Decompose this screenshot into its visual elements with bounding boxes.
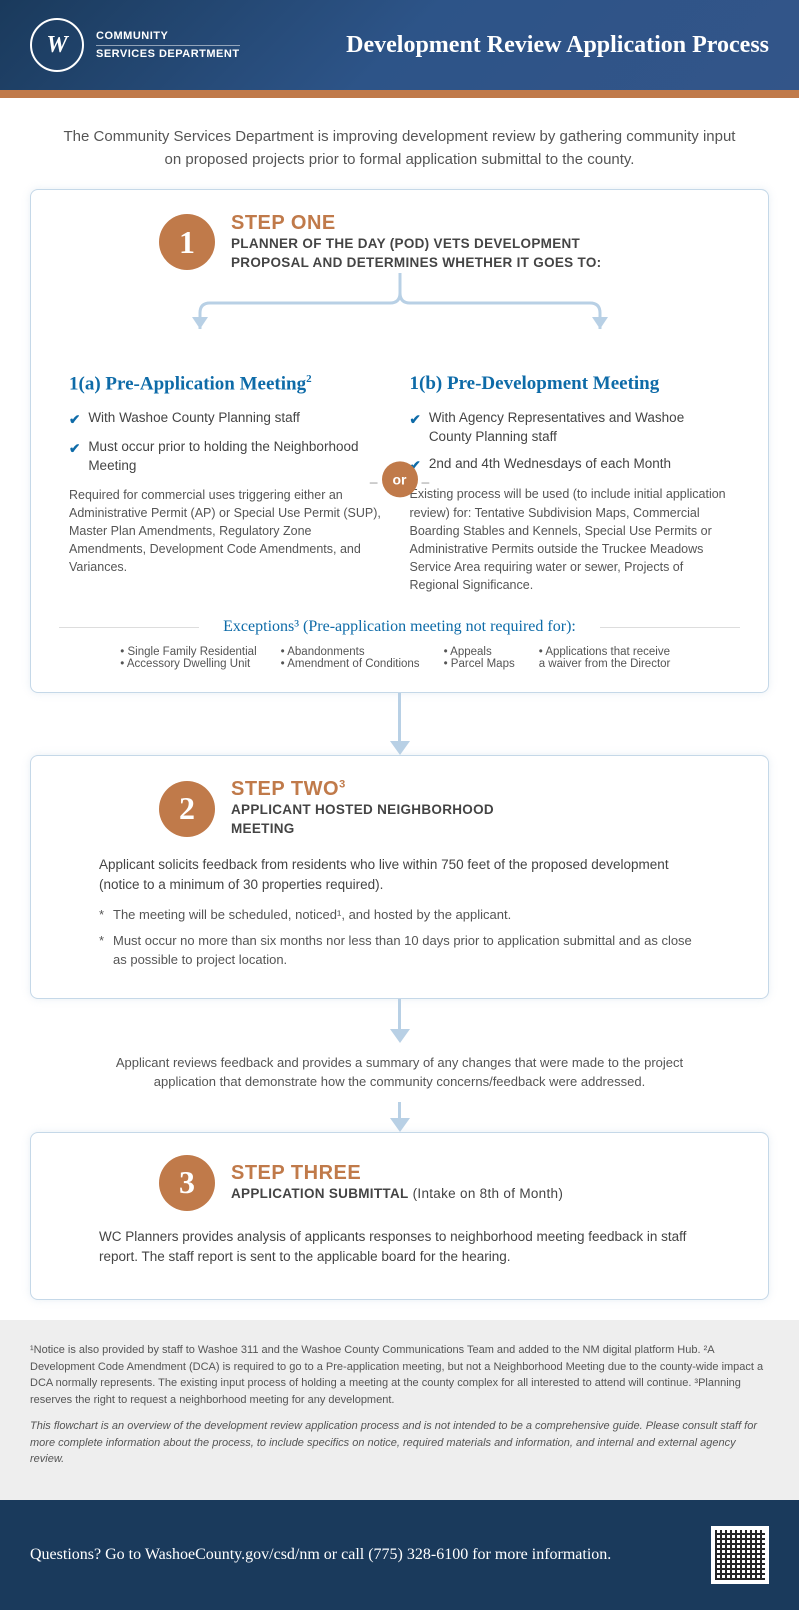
- branches: 1(a) Pre-Application Meeting2 ✔With Wash…: [59, 373, 740, 594]
- footnote-1: ¹Notice is also provided by staff to Was…: [30, 1342, 769, 1408]
- check-item: ✔Must occur prior to holding the Neighbo…: [69, 438, 390, 476]
- step-one-title: STEP ONE: [231, 212, 611, 235]
- exceptions-title: Exceptions³ (Pre-application meeting not…: [59, 618, 740, 636]
- dept-line1: COMMUNITY: [96, 29, 240, 43]
- step-three-title: STEP THREE: [231, 1162, 563, 1185]
- step-one-header: 1 STEP ONE PLANNER OF THE DAY (POD) VETS…: [59, 212, 740, 273]
- footnote-2: This flowchart is an overview of the dev…: [30, 1418, 769, 1468]
- step-two-header: 2 STEP TWO3 APPLICANT HOSTED NEIGHBORHOO…: [59, 778, 740, 839]
- branch-a: 1(a) Pre-Application Meeting2 ✔With Wash…: [59, 373, 400, 594]
- step-one-subtitle: PLANNER OF THE DAY (POD) VETS DEVELOPMEN…: [231, 235, 611, 273]
- exc-item: Appeals: [444, 646, 515, 658]
- exc-col: Abandonments Amendment of Conditions: [281, 646, 420, 670]
- branch-b-desc: Existing process will be used (to includ…: [410, 485, 731, 594]
- step-three-header: 3 STEP THREE APPLICATION SUBMITTAL (Inta…: [59, 1155, 740, 1211]
- county-seal-icon: W: [30, 18, 84, 72]
- step-one-box: 1 STEP ONE PLANNER OF THE DAY (POD) VETS…: [30, 189, 769, 693]
- check-icon: ✔: [69, 411, 80, 430]
- logo-group: W COMMUNITY SERVICES DEPARTMENT: [30, 18, 240, 72]
- check-item: ✔2nd and 4th Wednesdays of each Month: [410, 455, 731, 476]
- check-icon: ✔: [69, 440, 80, 459]
- step-two-subtitle: APPLICANT HOSTED NEIGHBORHOOD MEETING: [231, 801, 551, 839]
- flow-container: 1 STEP ONE PLANNER OF THE DAY (POD) VETS…: [0, 189, 799, 1320]
- seal-letter: W: [46, 32, 67, 59]
- exc-item: Amendment of Conditions: [281, 658, 420, 670]
- check-icon: ✔: [410, 411, 421, 430]
- step-three-subtitle: APPLICATION SUBMITTAL (Intake on 8th of …: [231, 1185, 563, 1204]
- branch-arrows-icon: [80, 273, 720, 343]
- step-one-number-icon: 1: [159, 214, 215, 270]
- branch-a-desc: Required for commercial uses triggering …: [69, 486, 390, 577]
- step-three-number-icon: 3: [159, 1155, 215, 1211]
- qr-code-icon: [711, 1526, 769, 1584]
- footer: Questions? Go to WashoeCounty.gov/csd/nm…: [0, 1500, 799, 1610]
- star-item: The meeting will be scheduled, noticed¹,…: [99, 905, 700, 925]
- step-two-title: STEP TWO3: [231, 778, 551, 801]
- header: W COMMUNITY SERVICES DEPARTMENT Developm…: [0, 0, 799, 90]
- or-badge-icon: or: [382, 462, 418, 498]
- arrow-down-icon: [30, 693, 769, 755]
- accent-bar: [0, 90, 799, 98]
- arrow-down-icon: [30, 999, 769, 1043]
- star-item: Must occur no more than six months nor l…: [99, 931, 700, 970]
- department-name: COMMUNITY SERVICES DEPARTMENT: [96, 29, 240, 61]
- step-three-body: WC Planners provides analysis of applica…: [99, 1227, 700, 1268]
- exc-item: Accessory Dwelling Unit: [120, 658, 256, 670]
- step-two-box: 2 STEP TWO3 APPLICANT HOSTED NEIGHBORHOO…: [30, 755, 769, 999]
- exc-col: Applications that receive a waiver from …: [539, 646, 679, 670]
- footnotes: ¹Notice is also provided by staff to Was…: [0, 1320, 799, 1500]
- page-title: Development Review Application Process: [346, 32, 769, 59]
- exc-item: Single Family Residential: [120, 646, 256, 658]
- dept-line2: SERVICES DEPARTMENT: [96, 45, 240, 61]
- exc-col: Single Family Residential Accessory Dwel…: [120, 646, 256, 670]
- interstitial-text: Applicant reviews feedback and provides …: [30, 1043, 769, 1102]
- exc-col: Appeals Parcel Maps: [444, 646, 515, 670]
- branch-b-title: 1(b) Pre-Development Meeting: [410, 373, 731, 395]
- branch-a-title: 1(a) Pre-Application Meeting2: [69, 373, 390, 395]
- intro-text: The Community Services Department is imp…: [0, 98, 799, 189]
- exceptions: Exceptions³ (Pre-application meeting not…: [59, 618, 740, 670]
- step-three-box: 3 STEP THREE APPLICATION SUBMITTAL (Inta…: [30, 1132, 769, 1301]
- exc-item: Abandonments: [281, 646, 420, 658]
- branch-b: 1(b) Pre-Development Meeting ✔With Agenc…: [400, 373, 741, 594]
- arrow-down-icon: [30, 1102, 769, 1132]
- step-two-number-icon: 2: [159, 781, 215, 837]
- exc-item: Applications that receive a waiver from …: [539, 646, 679, 670]
- check-item: ✔With Washoe County Planning staff: [69, 409, 390, 430]
- step-two-body: Applicant solicits feedback from residen…: [99, 855, 700, 896]
- check-item: ✔With Agency Representatives and Washoe …: [410, 409, 731, 447]
- exc-item: Parcel Maps: [444, 658, 515, 670]
- exceptions-grid: Single Family Residential Accessory Dwel…: [59, 646, 740, 670]
- footer-text: Questions? Go to WashoeCounty.gov/csd/nm…: [30, 1546, 611, 1564]
